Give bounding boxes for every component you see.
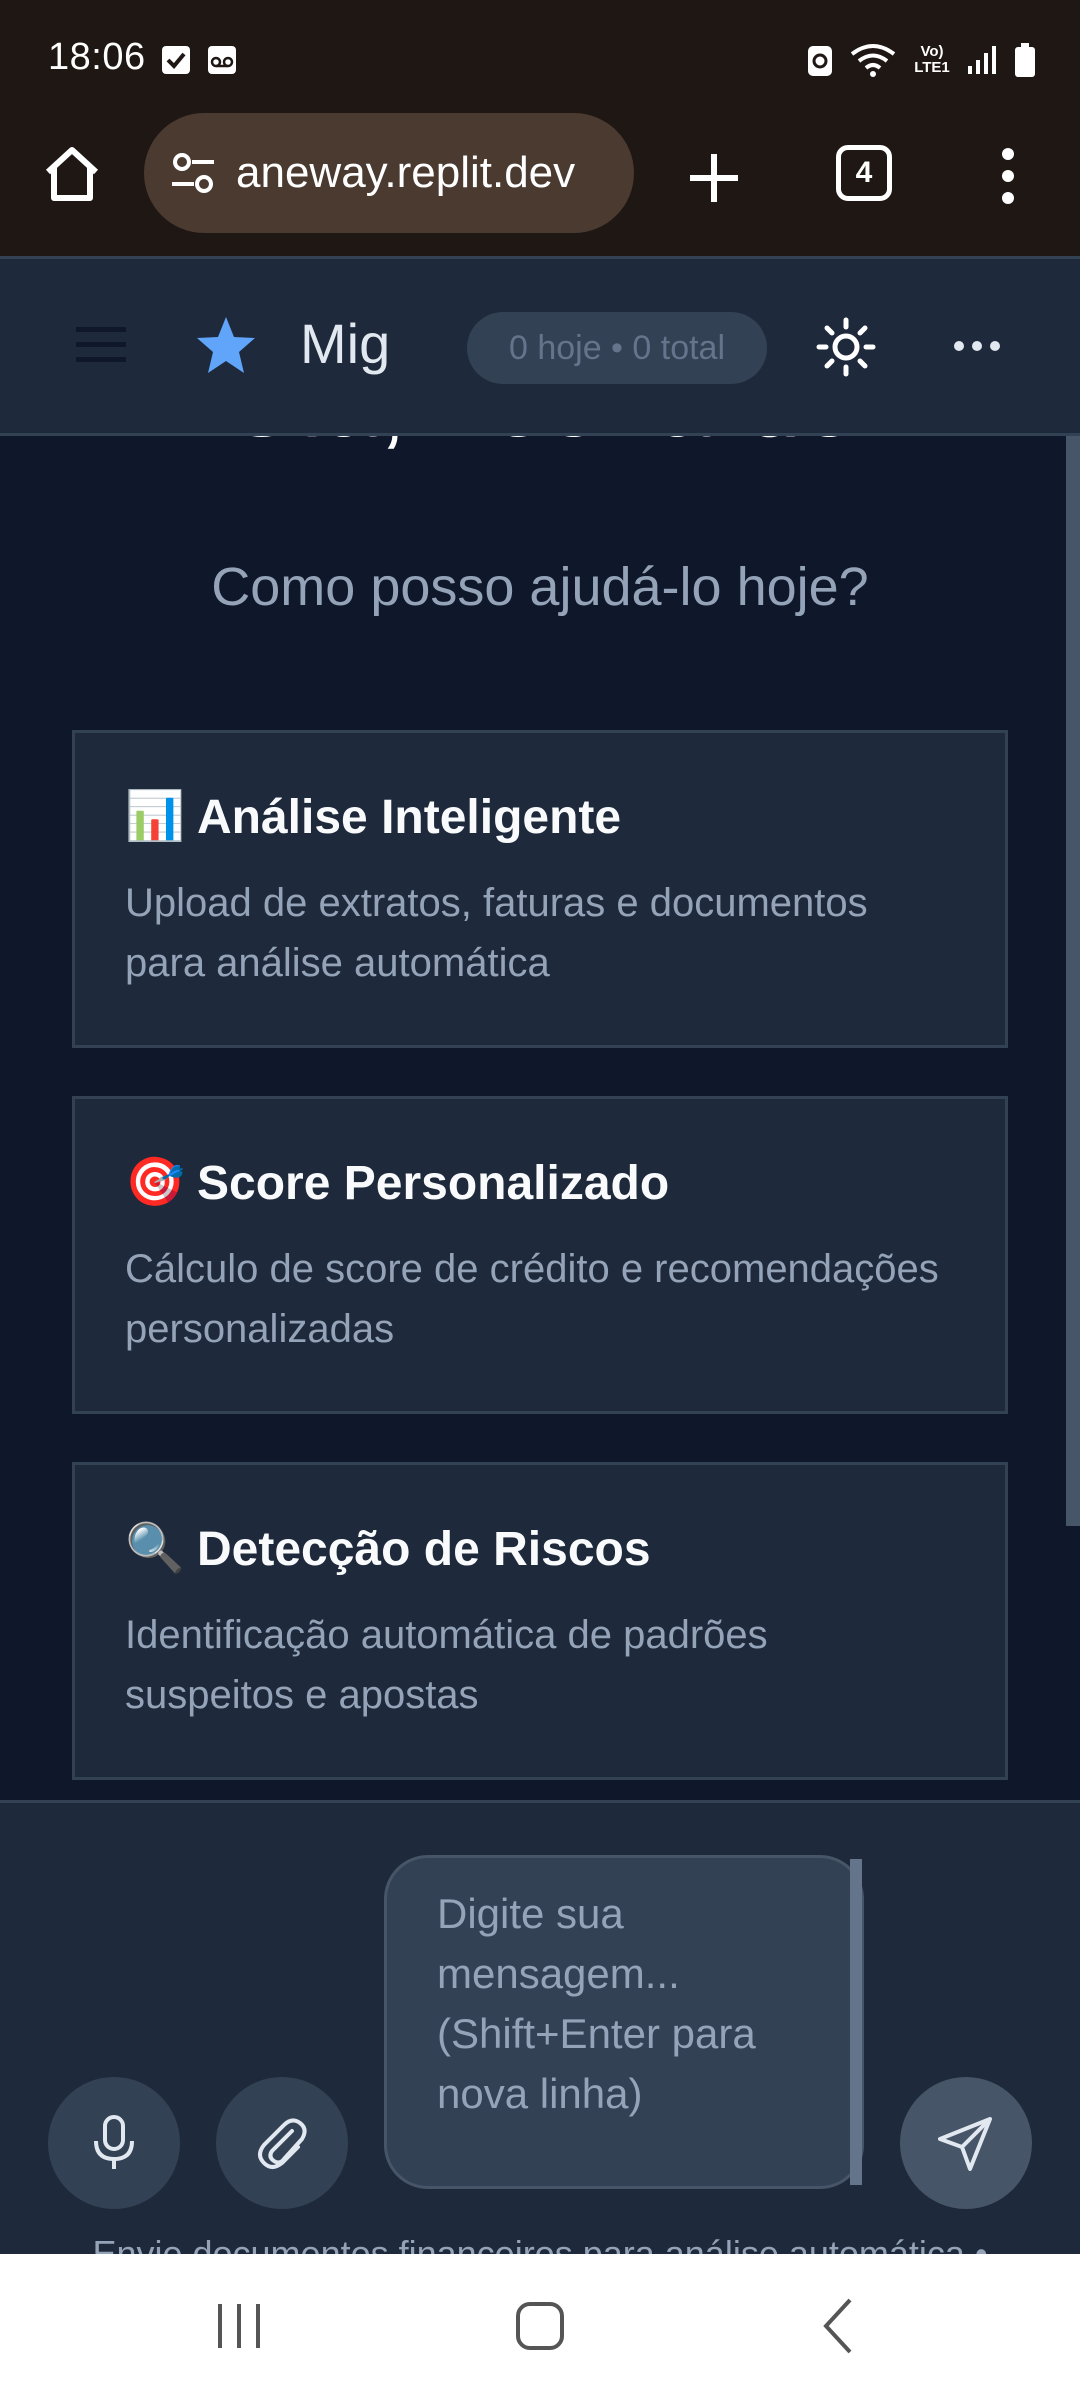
input-scrollbar[interactable]: [850, 1859, 862, 2185]
status-icons: Vo) LTE1: [806, 40, 1036, 80]
recent-apps-icon[interactable]: [214, 2300, 264, 2352]
browser-menu-icon[interactable]: [990, 146, 1026, 206]
welcome-subtitle: Como posso ajudá-lo hoje?: [211, 557, 869, 617]
paperclip-icon: [258, 2118, 307, 2169]
battery-saver-icon: [808, 46, 832, 76]
feature-card-title-text: Score Personalizado: [197, 1156, 670, 1210]
voicemail-notification-icon: [208, 46, 236, 74]
message-input[interactable]: [384, 1855, 864, 2189]
feature-card-title: 📊 Análise Inteligente: [125, 787, 1005, 847]
microphone-icon: [94, 2115, 134, 2169]
star-icon: [197, 317, 255, 373]
app-title: Mig: [300, 312, 391, 375]
feature-card-title: 🎯 Score Personalizado: [125, 1153, 1005, 1213]
page-scrollbar[interactable]: [1066, 436, 1080, 1526]
more-options-icon[interactable]: [952, 339, 1002, 353]
message-composer: Envie documentos financeiros para anális…: [0, 1800, 1080, 2254]
status-bar: 18:06 Vo) LTE1: [0, 0, 1080, 108]
sun-icon[interactable]: [816, 317, 876, 377]
app-header: Mig 0 hoje • 0 total: [0, 256, 1080, 436]
magnifier-icon: 🔍: [125, 1522, 185, 1575]
send-icon: [938, 2117, 992, 2171]
feature-card-title-text: Análise Inteligente: [197, 790, 622, 844]
wifi-icon: [850, 44, 896, 77]
network-type-label: Vo) LTE1: [914, 43, 950, 76]
feature-card-analysis[interactable]: 📊 Análise Inteligente Upload de extratos…: [72, 730, 1008, 1048]
browser-toolbar: aneway.replit.dev 4: [0, 108, 1080, 256]
checkbox-notification-icon: [162, 46, 190, 74]
feature-card-title-text: Detecção de Riscos: [197, 1522, 651, 1576]
composer-footer-note: Envie documentos financeiros para anális…: [92, 2233, 988, 2254]
message-counter-badge: 0 hoje • 0 total: [467, 312, 767, 384]
feature-card-description: Upload de extratos, faturas e documentos…: [125, 881, 868, 985]
status-time: 18:06: [48, 36, 146, 78]
feature-card-risk-detection[interactable]: 🔍 Detecção de Riscos Identificação autom…: [72, 1462, 1008, 1780]
feature-card-title: 🔍 Detecção de Riscos: [125, 1519, 1005, 1579]
send-button[interactable]: [900, 2077, 1032, 2209]
back-icon[interactable]: [820, 2296, 856, 2356]
system-navigation-bar: [0, 2254, 1080, 2400]
new-tab-icon[interactable]: [684, 148, 744, 208]
tab-switcher-button[interactable]: 4: [836, 145, 892, 201]
microphone-button[interactable]: [48, 2077, 180, 2209]
attach-file-button[interactable]: [216, 2077, 348, 2209]
url-text[interactable]: aneway.replit.dev: [236, 148, 626, 198]
chat-welcome-area: Olá, Leonardo Como posso ajudá-lo hoje? …: [0, 436, 1080, 1800]
signal-icon: [968, 46, 996, 74]
home-icon[interactable]: [40, 142, 104, 206]
greeting-heading: Olá, Leonardo: [0, 436, 1080, 462]
target-icon: 🎯: [125, 1156, 185, 1209]
feature-card-description: Cálculo de score de crédito e recomendaç…: [125, 1247, 939, 1351]
system-home-icon[interactable]: [514, 2298, 566, 2354]
feature-card-description: Identificação automática de padrões susp…: [125, 1613, 768, 1717]
address-bar[interactable]: aneway.replit.dev: [144, 113, 634, 233]
battery-icon: [1015, 43, 1035, 77]
hamburger-menu-icon[interactable]: [76, 325, 126, 365]
feature-card-score[interactable]: 🎯 Score Personalizado Cálculo de score d…: [72, 1096, 1008, 1414]
bar-chart-icon: 📊: [125, 790, 185, 843]
site-settings-icon[interactable]: [168, 148, 218, 198]
